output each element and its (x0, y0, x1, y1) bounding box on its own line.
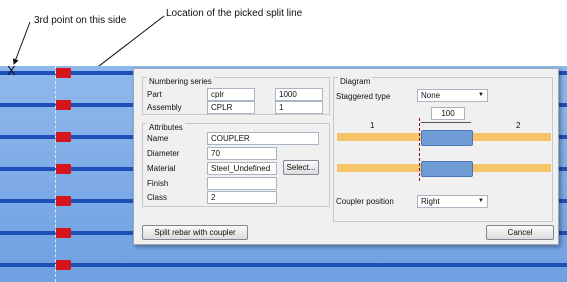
class-input[interactable]: 2 (207, 191, 277, 204)
split-line-marker (419, 118, 420, 181)
name-label: Name (147, 134, 169, 143)
coupler-marker (56, 164, 71, 174)
coupler-marker (56, 196, 71, 206)
rebar (0, 263, 567, 267)
material-input[interactable]: Steel_Undefined (207, 162, 277, 175)
group-title: Diagram (338, 77, 373, 86)
arrow-to-third-point (12, 21, 31, 65)
coupler-marker (56, 260, 71, 270)
select-material-button[interactable]: Select... (283, 160, 319, 175)
coupler-block (421, 130, 473, 146)
coupler-marker (56, 100, 71, 110)
coupler-marker (56, 68, 71, 78)
rebar-segment-left (337, 164, 425, 172)
staggered-type-label: Staggered type (336, 92, 391, 101)
split-line (55, 66, 56, 282)
class-label: Class (147, 193, 168, 202)
stagger-offset-input[interactable]: 100 (431, 107, 465, 120)
chevron-down-icon: ▼ (478, 198, 484, 204)
coupler-marker (56, 228, 71, 238)
rebar-segment-right (471, 133, 551, 141)
cancel-button[interactable]: Cancel (486, 225, 554, 240)
coupler-block (421, 161, 473, 177)
group-title: Attributes (147, 123, 185, 132)
part-label: Part (147, 90, 162, 99)
finish-input[interactable] (207, 177, 277, 190)
side-1-label: 1 (370, 121, 375, 130)
name-input[interactable]: COUPLER (207, 132, 319, 145)
coupler-position-select[interactable]: Right ▼ (417, 195, 488, 208)
diameter-input[interactable]: 70 (207, 147, 277, 160)
staggered-type-value: None (421, 91, 441, 100)
staggered-type-select[interactable]: None ▼ (417, 89, 488, 102)
offset-dimension-line (421, 122, 471, 123)
side-2-label: 2 (516, 121, 521, 130)
coupler-marker (56, 132, 71, 142)
diameter-label: Diameter (147, 149, 180, 158)
attributes-group: Attributes Name COUPLER Diameter 70 Mate… (142, 123, 330, 207)
rebar-segment-right (471, 164, 551, 172)
x-marker: X (7, 63, 16, 78)
coupler-position-label: Coupler position (336, 197, 394, 206)
assembly-label: Assembly (147, 103, 182, 112)
assembly-prefix-input[interactable]: CPLR (207, 101, 255, 114)
split-rebar-button[interactable]: Split rebar with coupler (142, 225, 248, 240)
part-prefix-input[interactable]: cplr (207, 88, 255, 101)
assembly-start-number-input[interactable]: 1 (275, 101, 323, 114)
finish-label: Finish (147, 179, 169, 188)
part-start-number-input[interactable]: 1000 (275, 88, 323, 101)
coupler-position-value: Right (421, 197, 440, 206)
chevron-down-icon: ▼ (478, 92, 484, 98)
numbering-series-group: Numbering series Part cplr 1000 Assembly… (142, 77, 330, 115)
coupler-dialog: Numbering series Part cplr 1000 Assembly… (133, 68, 559, 245)
group-title: Numbering series (147, 77, 214, 86)
diagram-group: Diagram Staggered type None ▼ 100 1 2 Co… (333, 77, 553, 222)
material-label: Material (147, 164, 176, 173)
rebar-segment-left (337, 133, 425, 141)
